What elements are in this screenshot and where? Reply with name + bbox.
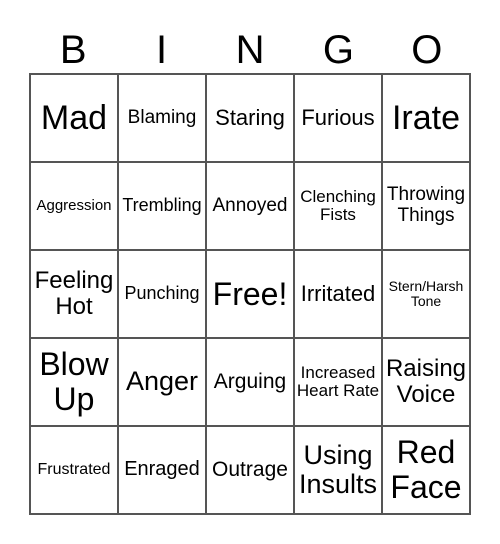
cell-label: Punching bbox=[124, 283, 200, 304]
cell-label: Blaming bbox=[127, 106, 197, 128]
bingo-cell[interactable]: Frustrated bbox=[30, 426, 118, 514]
cell-label: Clenching Fists bbox=[300, 186, 376, 224]
bingo-cell[interactable]: Irate bbox=[382, 74, 470, 162]
cell-label: Raising Voice bbox=[385, 355, 467, 408]
bingo-cell[interactable]: Mad bbox=[30, 74, 118, 162]
header-letter-b: B bbox=[59, 28, 87, 72]
bingo-cell[interactable]: Increased Heart Rate bbox=[294, 338, 382, 426]
bingo-cell[interactable]: Punching bbox=[118, 250, 206, 338]
cell-label: Using Insults bbox=[298, 439, 378, 499]
cell-label: Aggression bbox=[36, 196, 112, 214]
bingo-cell[interactable]: Feeling Hot bbox=[30, 250, 118, 338]
cell-label: Red Face bbox=[390, 434, 462, 505]
bingo-cell[interactable]: Aggression bbox=[30, 162, 118, 250]
cell-label: Staring bbox=[215, 105, 285, 131]
cell-label: Blow Up bbox=[39, 346, 109, 417]
bingo-cell[interactable]: Clenching Fists bbox=[294, 162, 382, 250]
cell-label: Trembling bbox=[122, 195, 202, 216]
free-space-cell[interactable]: Free! bbox=[206, 250, 294, 338]
bingo-cell[interactable]: Using Insults bbox=[294, 426, 382, 514]
cell-label: Outrage bbox=[212, 457, 288, 481]
cell-label: Increased Heart Rate bbox=[296, 362, 380, 400]
header-letter-o: O bbox=[411, 28, 443, 72]
cell-label: Anger bbox=[125, 366, 199, 397]
bingo-cell[interactable]: Stern/Harsh Tone bbox=[382, 250, 470, 338]
bingo-cell[interactable]: Throwing Things bbox=[382, 162, 470, 250]
cell-label: Stern/Harsh Tone bbox=[388, 277, 464, 309]
cell-label: Irritated bbox=[300, 281, 376, 307]
bingo-cell[interactable]: Red Face bbox=[382, 426, 470, 514]
bingo-cell[interactable]: Blaming bbox=[118, 74, 206, 162]
bingo-cell[interactable]: Blow Up bbox=[30, 338, 118, 426]
cell-label: Throwing Things bbox=[386, 184, 466, 226]
bingo-cell[interactable]: Enraged bbox=[118, 426, 206, 514]
cell-label: Mad bbox=[40, 98, 108, 137]
bingo-cell[interactable]: Raising Voice bbox=[382, 338, 470, 426]
bingo-cell[interactable]: Anger bbox=[118, 338, 206, 426]
bingo-header: B I N G O bbox=[29, 28, 471, 72]
header-letter-g: G bbox=[322, 28, 354, 72]
cell-label: Furious bbox=[301, 105, 375, 131]
cell-label: Annoyed bbox=[212, 194, 288, 216]
bingo-cell[interactable]: Outrage bbox=[206, 426, 294, 514]
cell-label: Irate bbox=[391, 98, 461, 137]
bingo-cell[interactable]: Trembling bbox=[118, 162, 206, 250]
bingo-cell[interactable]: Furious bbox=[294, 74, 382, 162]
header-letter-i: I bbox=[156, 28, 168, 72]
bingo-cell[interactable]: Annoyed bbox=[206, 162, 294, 250]
cell-label: Arguing bbox=[213, 369, 287, 393]
header-letter-n: N bbox=[235, 28, 265, 72]
bingo-cell[interactable]: Arguing bbox=[206, 338, 294, 426]
bingo-cell[interactable]: Staring bbox=[206, 74, 294, 162]
bingo-cell[interactable]: Irritated bbox=[294, 250, 382, 338]
cell-label: Frustrated bbox=[37, 461, 111, 479]
cell-label: Enraged bbox=[124, 458, 200, 481]
cell-label: Free! bbox=[212, 275, 288, 312]
bingo-grid: Mad Blaming Staring Furious Irate Aggression T… bbox=[29, 73, 471, 515]
cell-label: Feeling Hot bbox=[34, 267, 114, 320]
